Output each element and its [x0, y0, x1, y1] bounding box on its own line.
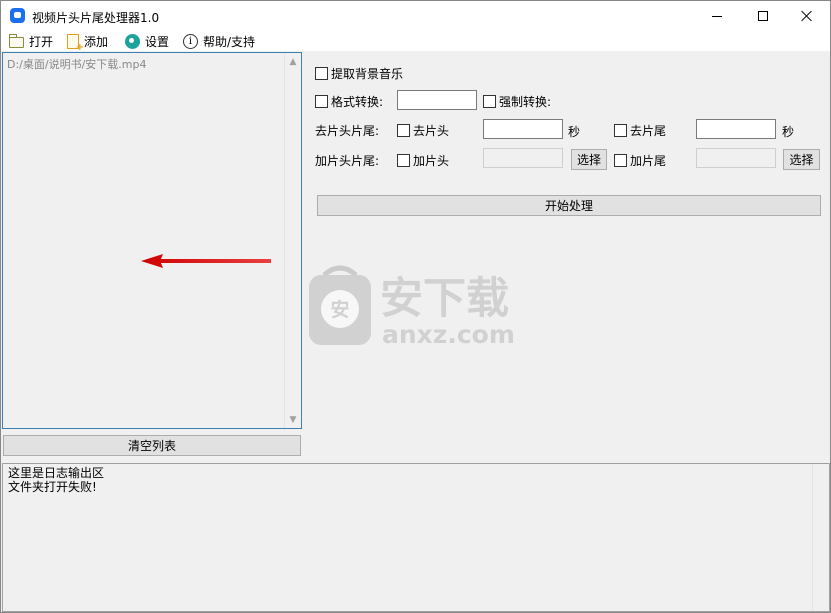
- remove-head-tail-label: 去片头片尾:: [315, 124, 380, 138]
- menu-bar: 打开 添加 设置 i 帮助/支持: [1, 31, 830, 53]
- menu-settings-label: 设置: [145, 34, 170, 49]
- app-icon: [10, 8, 25, 23]
- scroll-up-icon[interactable]: ▲: [285, 53, 301, 70]
- choose-tail-button[interactable]: 选择: [783, 149, 820, 170]
- remove-tail-checkbox[interactable]: 去片尾: [614, 122, 666, 138]
- maximize-button[interactable]: [740, 1, 786, 31]
- main-window: 视频片头片尾处理器1.0 打开 添加 设置 i 帮助/支持 D:/桌面/说明书/…: [0, 0, 831, 613]
- maximize-icon: [758, 11, 768, 21]
- menu-open[interactable]: 打开: [9, 32, 53, 50]
- remove-tail-label: 去片尾: [630, 123, 667, 138]
- log-output[interactable]: 这里是日志输出区 文件夹打开失败!: [2, 463, 830, 612]
- scroll-down-icon[interactable]: ▼: [285, 411, 301, 428]
- title-bar: 视频片头片尾处理器1.0: [1, 1, 830, 31]
- remove-head-seconds-unit: 秒: [568, 125, 581, 139]
- info-icon: i: [183, 33, 198, 49]
- add-file-icon: [67, 33, 84, 53]
- file-list[interactable]: D:/桌面/说明书/安下载.mp4 ▲ ▼: [2, 52, 302, 429]
- format-input[interactable]: [397, 90, 477, 110]
- watermark-text-en: anxz.com: [382, 320, 515, 349]
- add-head-tail-label: 加片头片尾:: [315, 154, 380, 168]
- remove-tail-seconds-unit: 秒: [782, 125, 795, 139]
- log-line: 文件夹打开失败!: [8, 480, 97, 494]
- checkbox-box: [397, 123, 410, 137]
- format-convert-checkbox[interactable]: 格式转换:: [315, 93, 383, 109]
- checkbox-box: [397, 153, 410, 167]
- minimize-icon: [712, 15, 722, 17]
- force-convert-label: 强制转换:: [499, 94, 552, 109]
- menu-help-label: 帮助/支持: [203, 34, 256, 49]
- start-processing-button[interactable]: 开始处理: [317, 195, 821, 216]
- extract-bgm-checkbox[interactable]: 提取背景音乐: [315, 65, 403, 81]
- close-icon: [801, 10, 813, 22]
- format-convert-label: 格式转换:: [331, 94, 384, 109]
- checkbox-box: [315, 94, 328, 108]
- close-button[interactable]: [784, 1, 830, 31]
- add-head-label: 加片头: [413, 153, 450, 168]
- checkbox-box: [614, 123, 627, 137]
- menu-help[interactable]: i 帮助/支持: [183, 32, 255, 50]
- clear-list-button[interactable]: 清空列表: [3, 435, 301, 456]
- minimize-button[interactable]: [694, 1, 740, 31]
- add-tail-checkbox[interactable]: 加片尾: [614, 152, 666, 168]
- remove-head-label: 去片头: [413, 123, 450, 138]
- watermark-logo: 安 安下载 anxz.com: [309, 265, 515, 349]
- remove-tail-seconds-input[interactable]: [696, 119, 776, 139]
- log-scrollbar[interactable]: [812, 464, 829, 611]
- add-tail-label: 加片尾: [630, 153, 667, 168]
- force-convert-checkbox[interactable]: 强制转换:: [483, 93, 551, 109]
- list-item[interactable]: D:/桌面/说明书/安下载.mp4: [7, 56, 147, 72]
- checkbox-box: [483, 94, 496, 108]
- gear-icon: [125, 33, 140, 49]
- watermark-text-cn: 安下载: [380, 274, 509, 324]
- log-line: 这里是日志输出区: [8, 466, 105, 480]
- menu-open-label: 打开: [29, 34, 54, 49]
- red-arrow-icon: [141, 254, 271, 268]
- choose-head-button[interactable]: 选择: [571, 149, 607, 170]
- watermark-badge: 安: [330, 298, 349, 321]
- remove-head-seconds-input[interactable]: [483, 119, 563, 139]
- remove-head-checkbox[interactable]: 去片头: [397, 122, 449, 138]
- add-tail-file-input[interactable]: [696, 148, 776, 168]
- add-head-file-input[interactable]: [483, 148, 563, 168]
- add-head-checkbox[interactable]: 加片头: [397, 152, 449, 168]
- menu-add-label: 添加: [84, 34, 109, 49]
- menu-settings[interactable]: 设置: [125, 32, 169, 50]
- extract-bgm-label: 提取背景音乐: [331, 66, 404, 81]
- file-list-scrollbar[interactable]: ▲ ▼: [284, 53, 301, 428]
- checkbox-box: [315, 66, 328, 80]
- menu-add[interactable]: 添加: [67, 32, 109, 53]
- checkbox-box: [614, 153, 627, 167]
- folder-icon: [9, 34, 24, 48]
- window-title: 视频片头片尾处理器1.0: [32, 11, 160, 25]
